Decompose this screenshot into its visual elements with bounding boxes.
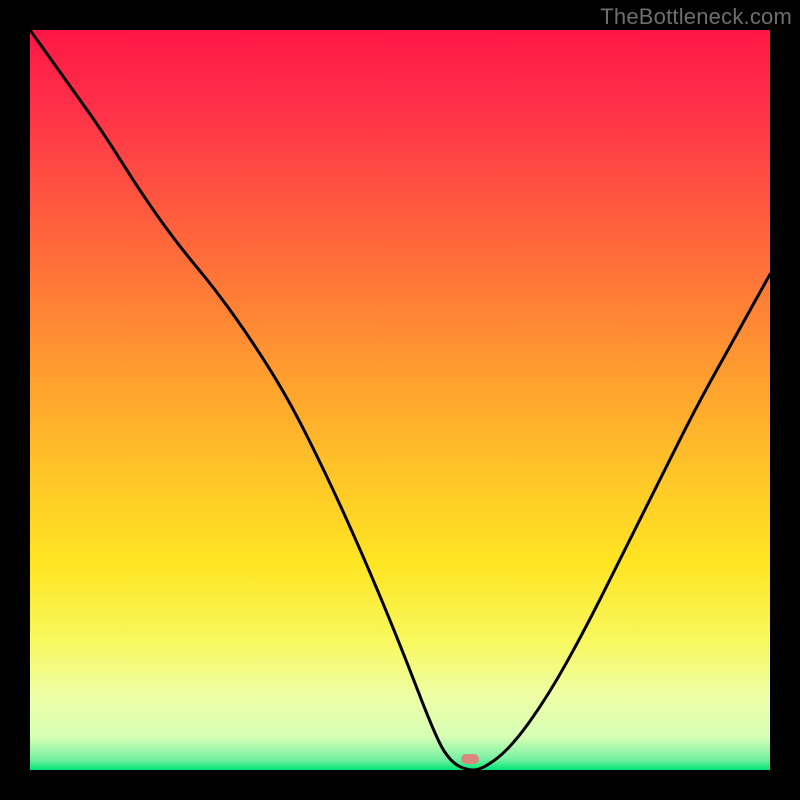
bottleneck-curve [30, 30, 770, 770]
plot-area [30, 30, 770, 770]
optimum-marker [461, 754, 479, 764]
watermark-label: TheBottleneck.com [600, 4, 792, 30]
chart-frame: TheBottleneck.com [0, 0, 800, 800]
